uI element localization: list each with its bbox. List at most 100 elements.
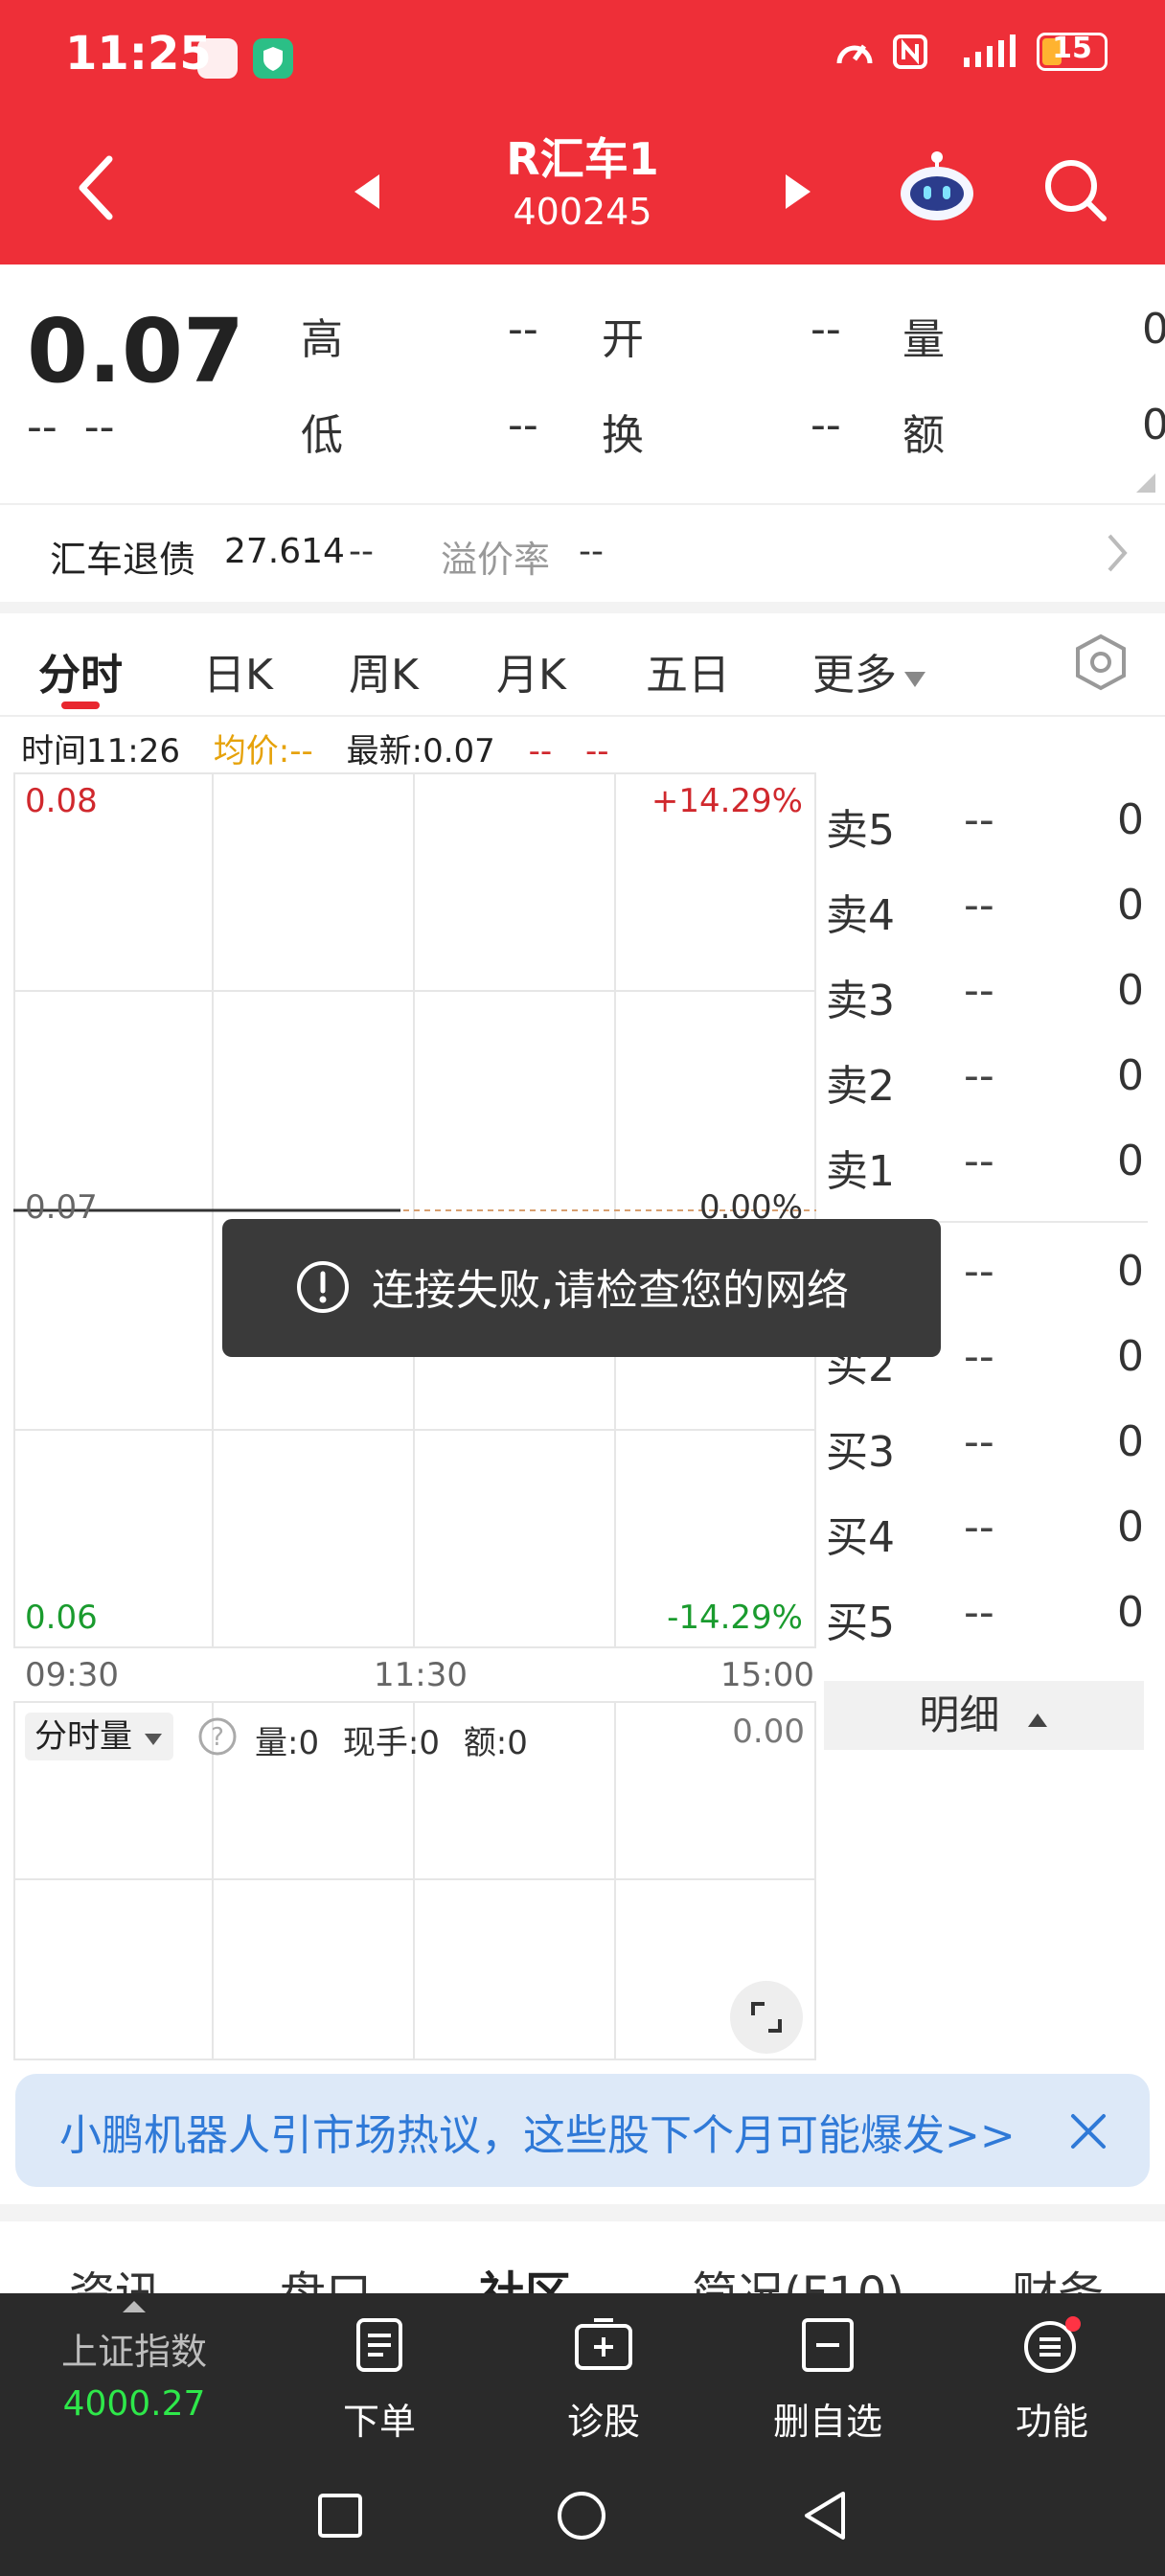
ask-row-2: 卖2 -- 0 — [826, 1042, 1148, 1118]
bid-volume: 0 — [1117, 1588, 1144, 1637]
stock-code: 400245 — [513, 191, 652, 233]
separator — [0, 2204, 1165, 2221]
bond-label: 汇车退债 — [50, 539, 196, 581]
diagnose-icon — [575, 2318, 632, 2370]
bid-price: -- — [964, 1417, 994, 1466]
banner-text: 小鹏机器人引市场热议，这些股下个月可能爆发>> — [59, 2111, 1016, 2160]
speed-icon — [836, 44, 873, 64]
high-value: -- — [508, 305, 538, 354]
promo-banner[interactable]: 小鹏机器人引市场热议，这些股下个月可能爆发>> — [15, 2074, 1150, 2187]
tab-market-depth[interactable]: 盘口 — [280, 2256, 372, 2293]
open-value: -- — [811, 305, 841, 354]
order-icon — [356, 2318, 402, 2372]
nfc-icon — [893, 34, 927, 69]
tab-indicator — [61, 702, 100, 709]
hand-stat: 现手:0 — [342, 1724, 440, 1762]
ask-label: 卖3 — [826, 977, 895, 1025]
ask-price: -- — [964, 795, 994, 844]
diagnose-button[interactable]: 诊股 — [517, 2316, 690, 2445]
caret-up-icon — [123, 2301, 146, 2312]
info-time: 时间11:26 — [21, 732, 180, 770]
fullscreen-button[interactable] — [730, 1981, 803, 2054]
tab-community[interactable]: 社区 — [479, 2256, 571, 2293]
ask-volume: 0 — [1117, 795, 1144, 844]
ask-volume: 0 — [1117, 1051, 1144, 1100]
volume-stat: 量:0 — [255, 1724, 320, 1762]
axis-bottom-pct: -14.29% — [667, 1598, 803, 1637]
high-label: 高 — [301, 315, 343, 364]
bid-label: 买3 — [826, 1428, 895, 1477]
order-label: 下单 — [342, 2401, 416, 2443]
ask-volume: 0 — [1117, 881, 1144, 930]
ask-label: 卖1 — [826, 1147, 895, 1196]
chart-tabs: 分时 日K 周K 月K 五日 更多 — [0, 613, 1165, 717]
bid-volume: 0 — [1117, 1417, 1144, 1466]
status-time: 11:25 — [65, 27, 212, 80]
bid-volume: 0 — [1117, 1332, 1144, 1381]
premium-label: 溢价率 — [441, 539, 551, 581]
bid-row-4: 买4 -- 0 — [826, 1493, 1148, 1570]
axis-top-pct: +14.29% — [651, 782, 803, 820]
prev-stock-icon[interactable] — [351, 172, 383, 211]
fullscreen-icon — [751, 2002, 782, 2033]
chart-settings-icon[interactable] — [1073, 632, 1129, 692]
tab-news[interactable]: 资讯 — [69, 2256, 161, 2293]
amount-label: 额 — [902, 411, 945, 460]
ask-row-1: 卖1 -- 0 — [826, 1127, 1148, 1204]
menu-icon — [1024, 2316, 1081, 2373]
back-icon[interactable] — [801, 2490, 849, 2542]
expand-corner-icon[interactable] — [1136, 473, 1155, 493]
search-icon[interactable] — [1040, 155, 1109, 224]
ask-row-5: 卖5 -- 0 — [826, 786, 1148, 862]
recent-apps-icon[interactable] — [316, 2492, 364, 2540]
bond-row[interactable]: 汇车退债 27.614 -- 溢价率 -- — [0, 503, 1165, 601]
bid-label: 买4 — [826, 1513, 895, 1562]
tab-intraday[interactable]: 分时 — [38, 640, 123, 702]
index-name: 上证指数 — [60, 2331, 207, 2373]
tab-monthly-k[interactable]: 月K — [496, 640, 566, 702]
volume-chart[interactable]: 分时量 ? 量:0 现手:0 额:0 0.00 — [13, 1701, 816, 2060]
tab-f10[interactable]: 简况(F10) — [692, 2256, 904, 2293]
remove-watchlist-button[interactable]: 删自选 — [742, 2316, 914, 2445]
bid-price: -- — [964, 1247, 994, 1296]
order-button[interactable]: 下单 — [293, 2316, 466, 2445]
ask-row-4: 卖4 -- 0 — [826, 871, 1148, 948]
turnover-value: -- — [811, 401, 841, 449]
next-stock-icon[interactable] — [782, 172, 814, 211]
bond-change: -- — [349, 532, 374, 571]
status-icons: 15 — [834, 32, 1108, 71]
huawei-app-icon — [197, 38, 238, 79]
tab-five-day[interactable]: 五日 — [646, 640, 730, 702]
info-avg: 均价:-- — [213, 732, 313, 770]
tab-weekly-k[interactable]: 周K — [349, 640, 419, 702]
back-arrow-icon[interactable] — [73, 153, 119, 222]
index-value: 4000.27 — [62, 2384, 206, 2424]
tab-more[interactable]: 更多 — [812, 640, 927, 702]
premium-value: -- — [579, 532, 604, 571]
robot-assistant-icon[interactable] — [897, 150, 977, 226]
volume-value: 0 — [1142, 305, 1165, 354]
help-icon[interactable]: ? — [197, 1716, 238, 1757]
detail-button[interactable]: 明细 — [824, 1681, 1144, 1750]
index-ticker[interactable]: 上证指数 4000.27 — [38, 2299, 230, 2424]
remove-watchlist-label: 删自选 — [772, 2401, 882, 2443]
close-icon[interactable] — [1069, 2112, 1108, 2150]
functions-label: 功能 — [1015, 2401, 1088, 2443]
time-mid: 11:30 — [374, 1656, 468, 1694]
tab-finance[interactable]: 财务 — [1012, 2256, 1104, 2293]
ask-price: -- — [964, 966, 994, 1015]
remove-watchlist-icon — [802, 2318, 854, 2372]
volume-selector-label: 分时量 — [34, 1717, 132, 1756]
separator — [0, 602, 1165, 613]
intraday-chart[interactable]: 0.08 +14.29% 0.07 0.00% 0.06 -14.29% — [13, 772, 816, 1648]
volume-label: 量 — [902, 315, 945, 364]
caret-up-icon — [1027, 1714, 1047, 1727]
svg-text:?: ? — [211, 1723, 224, 1752]
bid-label: 买5 — [826, 1598, 895, 1647]
time-start: 09:30 — [25, 1656, 119, 1694]
app-header: 11:25 15 R汇车1 400245 — [0, 0, 1165, 264]
tab-daily-k[interactable]: 日K — [203, 640, 273, 702]
volume-selector[interactable]: 分时量 — [25, 1713, 173, 1760]
functions-button[interactable]: 功能 — [966, 2316, 1138, 2445]
home-icon[interactable] — [556, 2490, 607, 2542]
